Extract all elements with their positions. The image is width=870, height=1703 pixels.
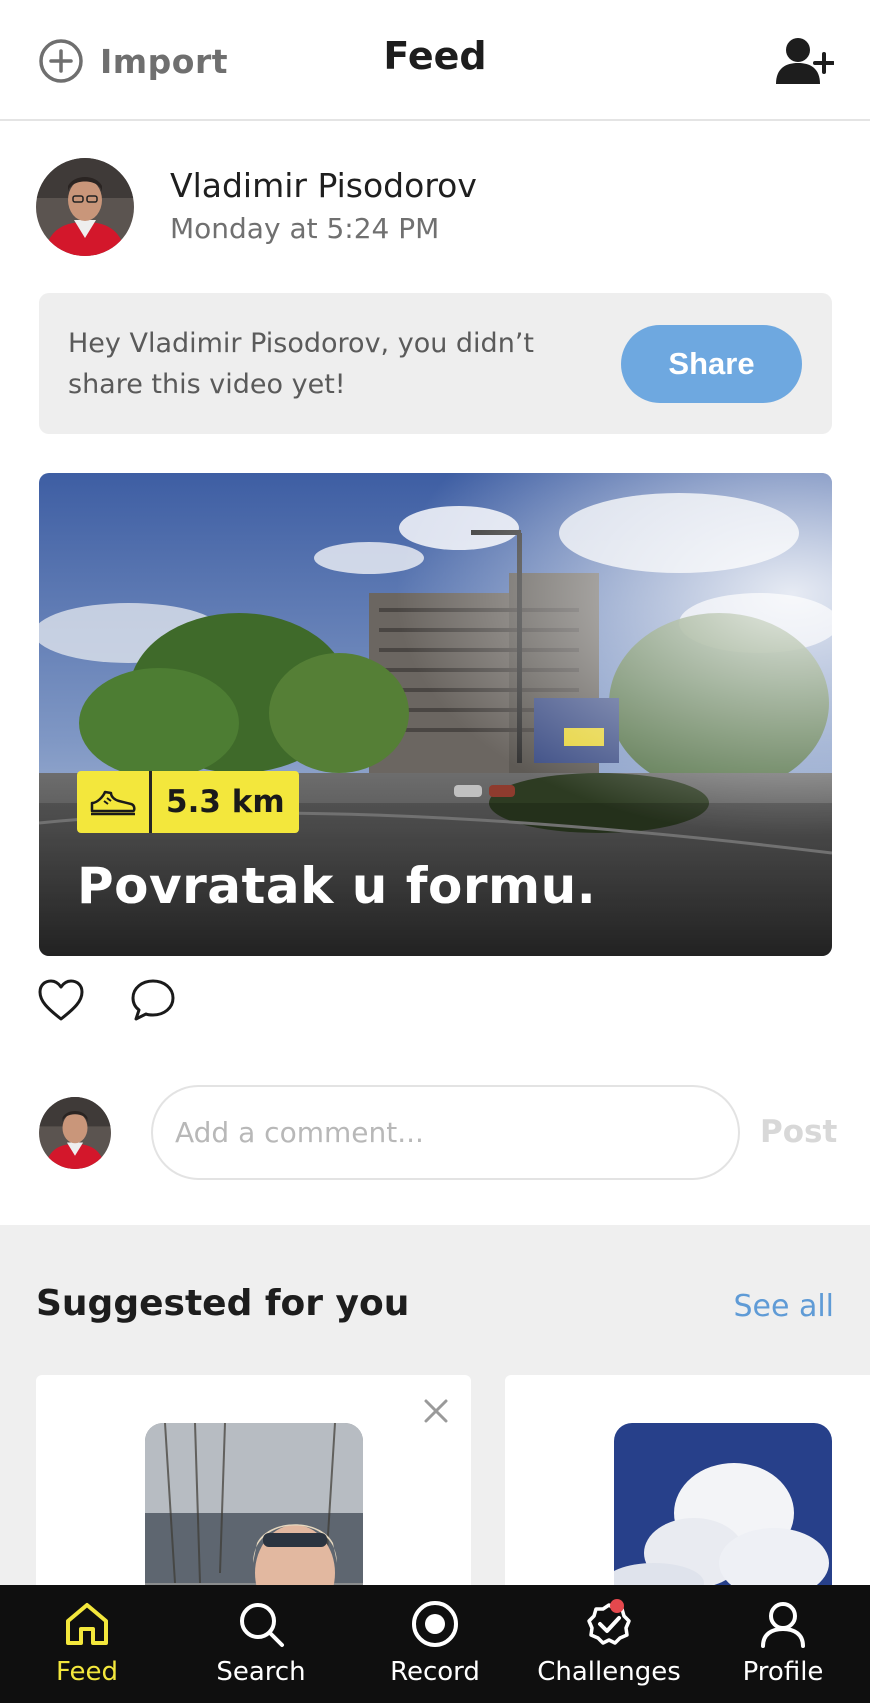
current-user-avatar xyxy=(39,1097,111,1169)
home-icon xyxy=(66,1603,108,1645)
distance-value: 5.3 km xyxy=(149,771,299,833)
distance-badge: 5.3 km xyxy=(77,771,299,833)
page-title: Feed xyxy=(383,34,487,78)
nav-search-label: Search xyxy=(216,1657,306,1687)
running-shoe-icon xyxy=(77,771,149,833)
share-button[interactable]: Share xyxy=(621,325,802,403)
nav-challenges-label: Challenges xyxy=(537,1657,681,1687)
see-all-link[interactable]: See all xyxy=(733,1289,834,1324)
nav-feed[interactable]: Feed xyxy=(0,1585,174,1703)
nav-profile[interactable]: Profile xyxy=(696,1585,870,1703)
share-reminder-banner: Hey Vladimir Pisodorov, you didn’t share… xyxy=(39,293,832,434)
author-avatar[interactable] xyxy=(36,158,134,256)
comment-bubble-icon[interactable] xyxy=(130,978,176,1022)
nav-feed-label: Feed xyxy=(55,1657,119,1687)
bottom-navigation: Feed Search Record Challenges Profile xyxy=(0,1585,870,1703)
add-user-icon[interactable] xyxy=(774,36,834,86)
suggested-user-photo xyxy=(145,1423,363,1585)
user-icon xyxy=(761,1602,805,1648)
post-comment-button[interactable]: Post xyxy=(760,1114,837,1150)
close-icon[interactable] xyxy=(422,1397,450,1425)
search-icon xyxy=(240,1603,284,1647)
nav-record[interactable]: Record xyxy=(348,1585,522,1703)
nav-search[interactable]: Search xyxy=(174,1585,348,1703)
record-icon xyxy=(412,1601,458,1647)
share-reminder-text: Hey Vladimir Pisodorov, you didn’t share… xyxy=(68,328,534,400)
activity-title: Povratak u formu. xyxy=(77,857,597,915)
suggested-section: Suggested for you See all xyxy=(0,1225,870,1585)
top-bar: Import Feed xyxy=(0,0,870,121)
post-timestamp: Monday at 5:24 PM xyxy=(170,212,440,245)
suggested-title: Suggested for you xyxy=(36,1283,410,1324)
activity-video-thumbnail[interactable]: 5.3 km Povratak u formu. xyxy=(39,473,832,956)
nav-record-label: Record xyxy=(390,1657,480,1687)
suggested-user-card[interactable] xyxy=(505,1375,870,1585)
comment-input[interactable] xyxy=(151,1085,740,1180)
suggested-user-photo xyxy=(614,1423,832,1585)
nav-profile-label: Profile xyxy=(742,1657,824,1687)
nav-challenges[interactable]: Challenges xyxy=(522,1585,696,1703)
challenges-badge-icon xyxy=(587,1599,631,1645)
heart-icon[interactable] xyxy=(37,978,85,1022)
suggested-user-card[interactable] xyxy=(36,1375,471,1585)
author-name[interactable]: Vladimir Pisodorov xyxy=(170,166,477,205)
